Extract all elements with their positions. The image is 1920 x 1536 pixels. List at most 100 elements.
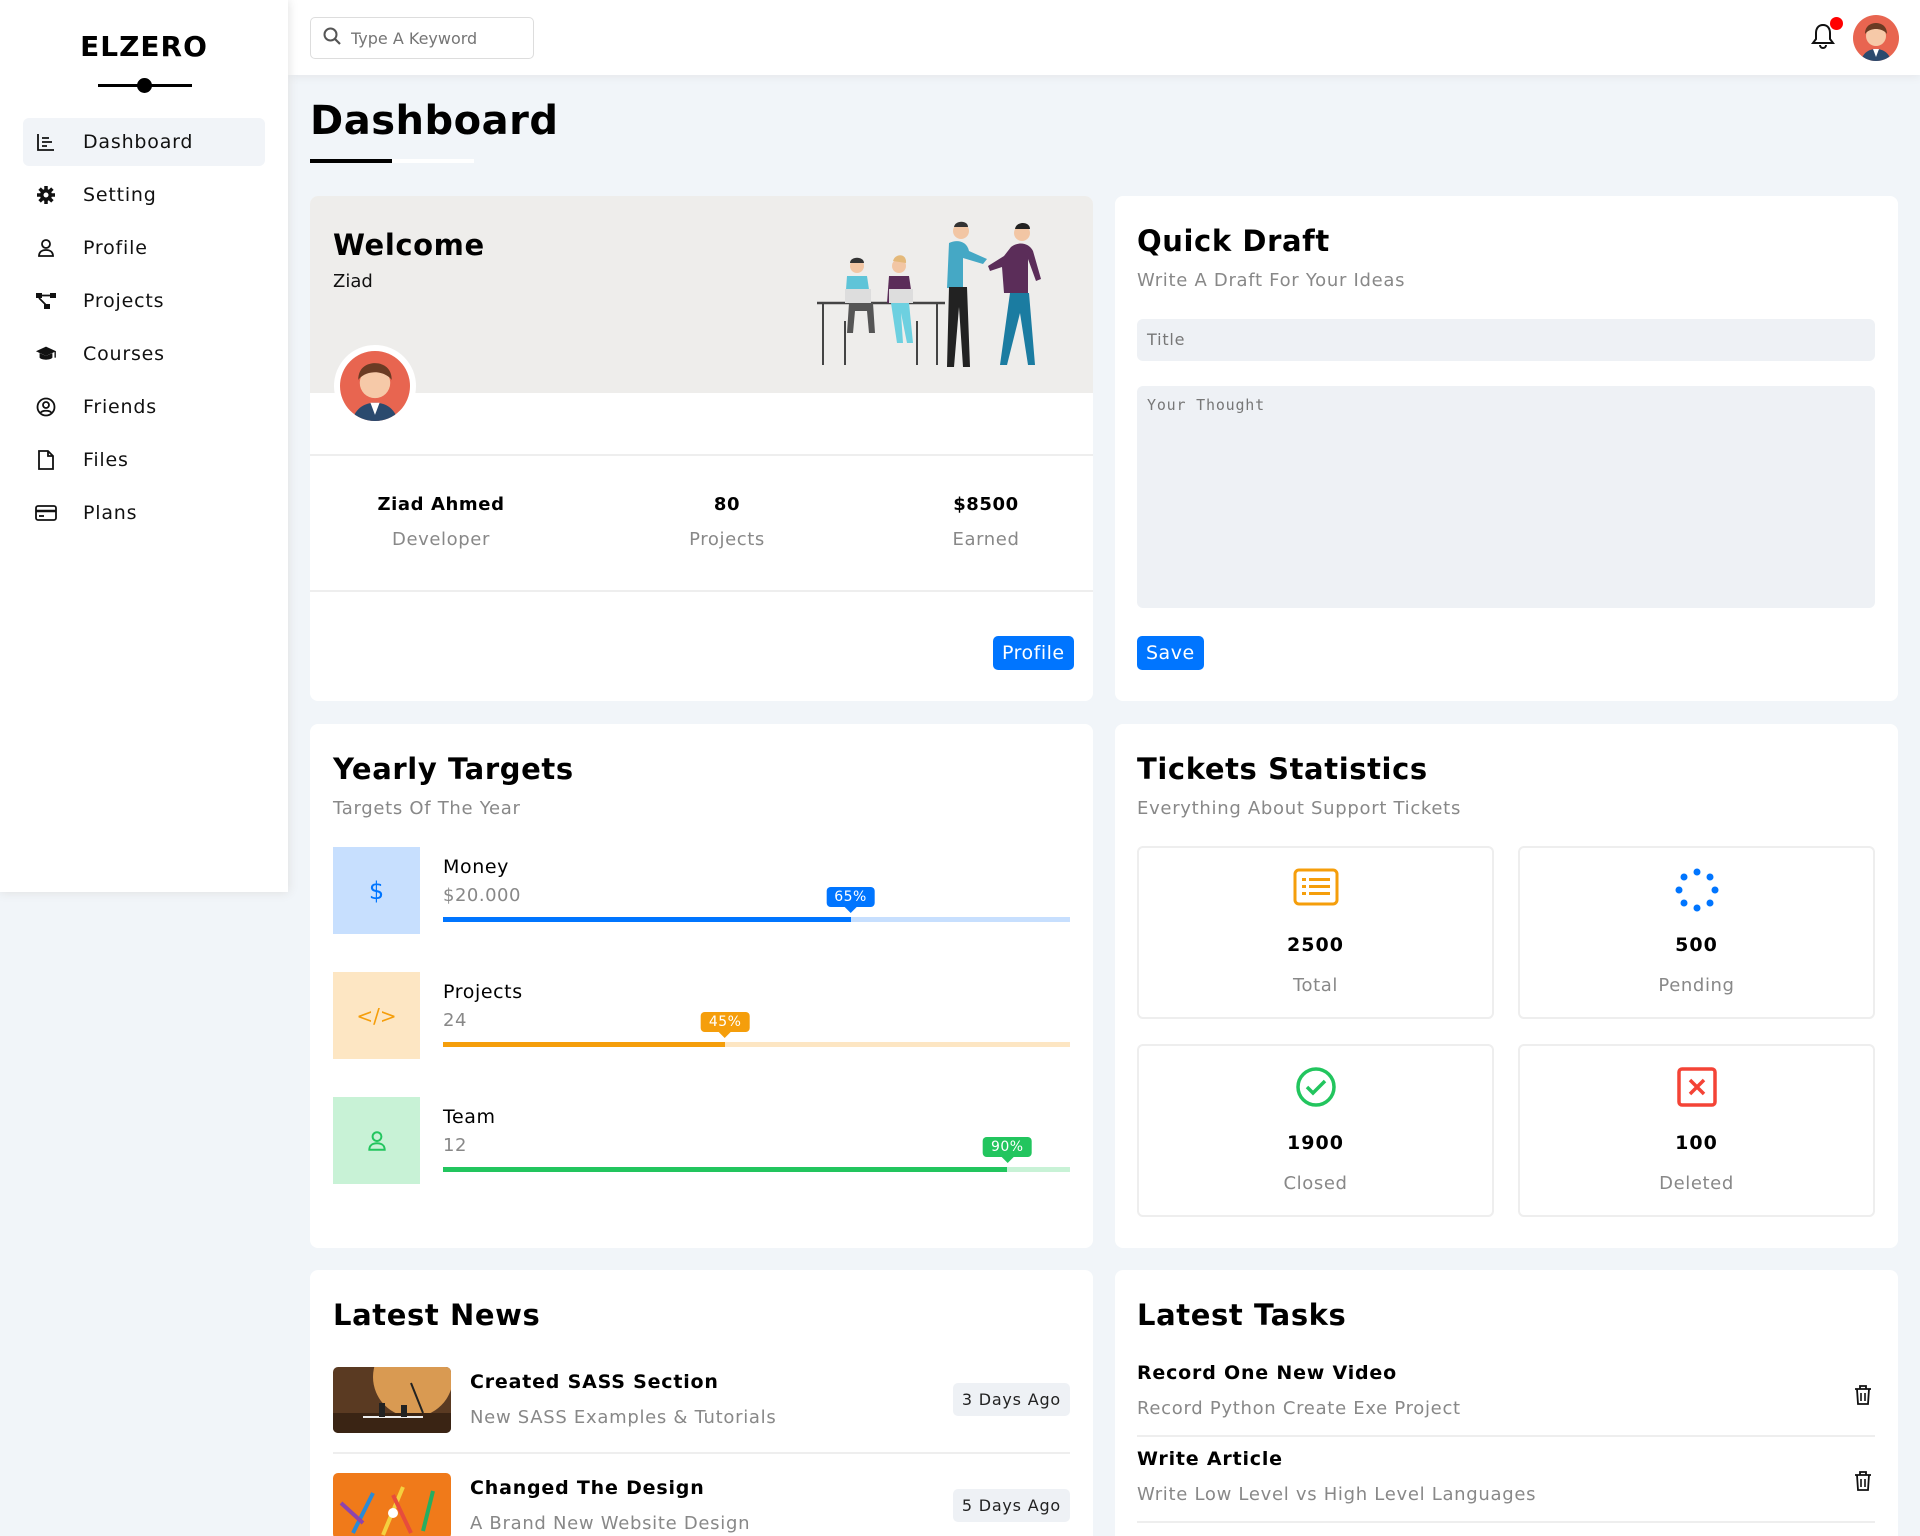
welcome-title: Welcome (333, 228, 485, 262)
stat-name: Ziad Ahmed Developer (341, 494, 541, 550)
top-bar (288, 0, 1920, 75)
search-input[interactable] (351, 28, 521, 48)
ticket-value: 1900 (1287, 1132, 1344, 1154)
stat-label: Developer (392, 529, 490, 550)
target-projects: </> Projects 24 45% (333, 972, 1070, 1060)
target-name: Projects (443, 981, 523, 1003)
target-money: $ Money $20.000 65% (333, 847, 1070, 935)
progress-badge: 65% (826, 887, 875, 913)
latest-news-card: Latest News Created SASS Section New SAS… (310, 1270, 1093, 1536)
stat-label: Earned (952, 529, 1020, 550)
task-title: Write Article (1137, 1448, 1283, 1470)
sidebar-item-label: Friends (83, 396, 157, 418)
stat-earned: $8500 Earned (886, 494, 1086, 550)
stat-value: Ziad Ahmed (377, 494, 505, 515)
news-image (333, 1473, 451, 1536)
avatar[interactable] (1853, 15, 1899, 61)
task-desc: Write Low Level vs High Level Languages (1137, 1484, 1537, 1505)
welcome-illustration (817, 221, 1073, 371)
target-value: 12 (443, 1135, 467, 1156)
ticket-label: Pending (1658, 975, 1735, 996)
progress-track: 90% (443, 1137, 1070, 1172)
card-title: Yearly Targets (333, 752, 574, 786)
card-title: Tickets Statistics (1137, 752, 1428, 786)
search-box[interactable] (310, 17, 534, 59)
sidebar-item-label: Courses (83, 343, 165, 365)
latest-tasks-card: Latest Tasks Record One New Video Record… (1115, 1270, 1898, 1536)
ticket-label: Closed (1283, 1173, 1348, 1194)
thought-textarea[interactable]: Your Thought (1137, 386, 1875, 608)
progress-track: 65% (443, 887, 1070, 922)
title-underline (310, 159, 392, 163)
news-item[interactable]: Created SASS Section New SASS Examples &… (333, 1367, 1070, 1463)
sidebar-item-profile[interactable]: Profile (23, 224, 265, 272)
chart-icon (35, 131, 57, 153)
notification-dot (1830, 17, 1843, 30)
news-title: Changed The Design (470, 1477, 705, 1499)
gear-icon (35, 184, 57, 206)
welcome-card: Welcome Ziad Ziad Ahmed Developer 80 Pro… (310, 196, 1093, 701)
target-value: $20.000 (443, 885, 521, 906)
ticket-label: Total (1292, 975, 1339, 996)
sidebar-item-projects[interactable]: Projects (23, 277, 265, 325)
card-title: Latest News (333, 1298, 541, 1332)
ticket-value: 2500 (1287, 934, 1344, 956)
sidebar-item-label: Profile (83, 237, 148, 259)
card-subtitle: Write A Draft For Your Ideas (1137, 270, 1406, 291)
check-circle-icon (1139, 1066, 1492, 1112)
tickets-statistics-card: Tickets Statistics Everything About Supp… (1115, 724, 1898, 1248)
diagram-icon (35, 290, 57, 312)
user-icon (333, 1097, 420, 1184)
title-input[interactable]: Title (1137, 319, 1875, 361)
credit-card-icon (35, 502, 57, 524)
graduation-cap-icon (35, 343, 57, 365)
sidebar-item-dashboard[interactable]: Dashboard (23, 118, 265, 166)
welcome-name: Ziad (333, 271, 373, 292)
news-date: 3 Days Ago (952, 1383, 1070, 1416)
sidebar: ELZERO Dashboard Setting Profile Project… (0, 0, 288, 892)
target-team: Team 12 90% (333, 1097, 1070, 1185)
trash-icon[interactable] (1853, 1384, 1875, 1408)
brand-logo: ELZERO (80, 30, 208, 63)
stat-value: $8500 (953, 494, 1019, 515)
divider (1137, 1521, 1875, 1523)
target-name: Team (443, 1106, 496, 1128)
quick-draft-card: Quick Draft Write A Draft For Your Ideas… (1115, 196, 1898, 701)
sidebar-item-setting[interactable]: Setting (23, 171, 265, 219)
ticket-value: 100 (1675, 1132, 1718, 1154)
ticket-total: 2500 Total (1137, 846, 1494, 1019)
news-desc: A Brand New Website Design (470, 1513, 751, 1534)
sidebar-item-courses[interactable]: Courses (23, 330, 265, 378)
ticket-pending: 500 Pending (1518, 846, 1875, 1019)
progress-badge: 45% (700, 1012, 750, 1038)
stat-projects: 80 Projects (627, 494, 827, 550)
yearly-targets-card: Yearly Targets Targets Of The Year $ Mon… (310, 724, 1093, 1248)
spinner-icon (1520, 868, 1873, 914)
ticket-value: 500 (1675, 934, 1718, 956)
progress-fill (443, 1042, 726, 1047)
list-icon (1139, 868, 1492, 914)
divider (310, 454, 1093, 456)
divider (310, 590, 1093, 592)
target-name: Money (443, 856, 509, 878)
trash-icon[interactable] (1853, 1470, 1875, 1494)
profile-button[interactable]: Profile (993, 636, 1074, 670)
code-icon: </> (333, 972, 420, 1059)
progress-fill (443, 1167, 1008, 1172)
sidebar-item-files[interactable]: Files (23, 436, 265, 484)
sidebar-item-plans[interactable]: Plans (23, 489, 265, 537)
save-button[interactable]: Save (1137, 636, 1204, 670)
dollar-icon: $ (333, 847, 420, 934)
card-title: Quick Draft (1137, 224, 1330, 258)
progress-track: 45% (443, 1012, 1070, 1047)
news-date: 5 Days Ago (952, 1489, 1070, 1522)
sidebar-item-friends[interactable]: Friends (23, 383, 265, 431)
news-item[interactable]: Changed The Design A Brand New Website D… (333, 1473, 1070, 1536)
search-icon (323, 27, 341, 49)
logo-dot (137, 78, 152, 93)
user-circle-icon (35, 396, 57, 418)
card-subtitle: Targets Of The Year (333, 798, 521, 819)
target-value: 24 (443, 1010, 467, 1031)
news-desc: New SASS Examples & Tutorials (470, 1407, 777, 1428)
task-item: Write Article Write Low Level vs High Le… (1137, 1448, 1875, 1534)
